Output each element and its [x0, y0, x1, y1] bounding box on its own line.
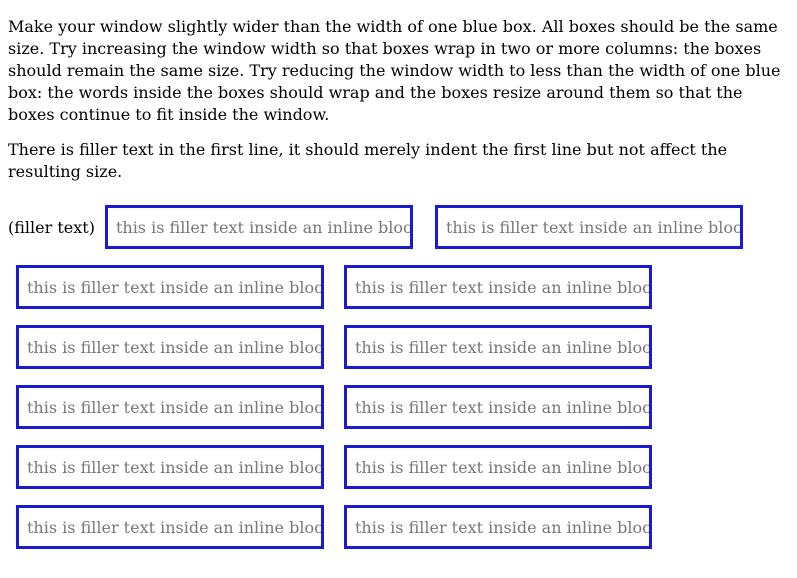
box-row: this is filler text inside an inline blo…: [16, 505, 789, 565]
inline-block-box: this is filler text inside an inline blo…: [344, 385, 652, 429]
inline-block-box: this is filler text inside an inline blo…: [344, 505, 652, 549]
instructions-paragraph-2: There is filler text in the first line, …: [8, 140, 728, 181]
box-row: this is filler text inside an inline blo…: [16, 325, 789, 385]
instructions-paragraph-1: Make your window slightly wider than the…: [8, 17, 781, 124]
inline-block-box: this is filler text inside an inline blo…: [434, 205, 743, 249]
page-content: Make your window slightly wider than the…: [0, 0, 797, 565]
box-row: this is filler text inside an inline blo…: [16, 445, 789, 505]
inline-block-box: this is filler text inside an inline blo…: [16, 445, 324, 489]
inline-block-box: this is filler text inside an inline blo…: [344, 325, 652, 369]
demo-first-line: (filler text) this is filler text inside …: [8, 205, 789, 249]
inline-block-box: this is filler text inside an inline blo…: [16, 505, 324, 549]
inline-block-box: this is filler text inside an inline blo…: [344, 265, 652, 309]
inline-block-box: this is filler text inside an inline blo…: [16, 265, 324, 309]
inline-block-box: this is filler text inside an inline blo…: [16, 385, 324, 429]
inline-block-box: this is filler text inside an inline blo…: [16, 325, 324, 369]
box-row: this is filler text inside an inline blo…: [16, 385, 789, 445]
box-grid: this is filler text inside an inline blo…: [8, 265, 789, 565]
inline-block-box: this is filler text inside an inline blo…: [344, 445, 652, 489]
box-row: this is filler text inside an inline blo…: [16, 265, 789, 325]
inline-block-demo: (filler text) this is filler text inside …: [8, 205, 789, 565]
leading-filler-text: (filler text): [8, 218, 95, 237]
inline-block-box: this is filler text inside an inline blo…: [104, 205, 413, 249]
